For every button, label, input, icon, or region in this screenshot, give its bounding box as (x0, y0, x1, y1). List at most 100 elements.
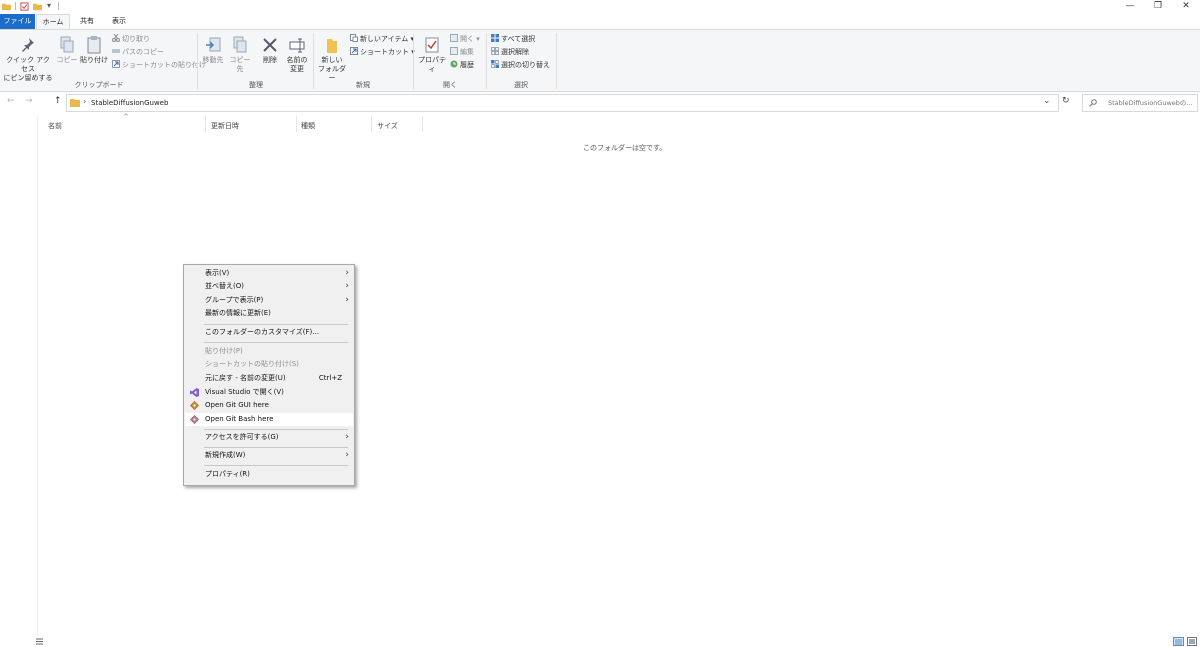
column-divider[interactable] (205, 116, 206, 132)
move-to-button[interactable]: 移動先 (201, 36, 225, 65)
group-separator (486, 33, 487, 89)
new-folder-label-line1: 新しい (321, 56, 343, 64)
select-all-icon (491, 34, 499, 42)
menu-item-open-git-gui[interactable]: Open Git GUI here (185, 399, 353, 412)
open-icon (450, 34, 458, 42)
address-dropdown-icon[interactable]: ⌄ (1043, 96, 1051, 106)
properties-check-icon[interactable] (20, 2, 29, 11)
tab-home[interactable]: ホーム (36, 14, 70, 29)
menu-item-properties[interactable]: プロパティ(R) (185, 468, 353, 481)
cut-label: 切り取り (122, 35, 150, 43)
tab-view[interactable]: 表示 (104, 14, 134, 29)
copy-path-button[interactable]: パスのコピー (112, 47, 164, 57)
navigation-bar: ← → ↑ › StableDiffusionGuweb ⌄ ↻ StableD… (0, 94, 1200, 112)
menu-item-label: 新規作成(W) (205, 451, 246, 459)
paste-shortcut-button[interactable]: ショートカットの貼り付け (112, 60, 206, 70)
menu-item-customize-folder[interactable]: このフォルダーのカスタマイズ(F)... (185, 326, 353, 339)
delete-button[interactable]: 削除 (259, 36, 281, 65)
copy-to-button[interactable]: コピー先 (227, 36, 253, 74)
menu-separator (204, 429, 348, 430)
ribbon-tabs: ファイル ホーム 共有 表示 (0, 14, 1200, 29)
new-group-label: 新規 (356, 81, 370, 89)
column-header-modified[interactable]: 更新日時 (211, 121, 239, 131)
menu-item-open-visual-studio[interactable]: Visual Studio で開く(V) (185, 386, 353, 399)
properties-button[interactable]: プロパティ (417, 36, 447, 74)
menu-item-label: グループで表示(P) (205, 296, 264, 304)
column-header-name[interactable]: 名前 (48, 121, 62, 131)
rename-icon (289, 38, 305, 53)
status-bar (0, 636, 1200, 647)
submenu-arrow-icon: › (345, 281, 349, 291)
tab-share[interactable]: 共有 (72, 14, 102, 29)
refresh-icon[interactable]: ↻ (1062, 96, 1070, 106)
up-arrow-icon[interactable]: ↑ (54, 96, 62, 106)
select-none-label: 選択解除 (501, 48, 529, 56)
menu-item-label: このフォルダーのカスタマイズ(F)... (205, 328, 319, 336)
column-header-size[interactable]: サイズ (377, 121, 398, 131)
cut-button[interactable]: 切り取り (112, 34, 150, 44)
open-label: 開く ▾ (460, 35, 480, 43)
select-none-button[interactable]: 選択解除 (491, 47, 529, 57)
breadcrumb-path[interactable]: StableDiffusionGuweb (91, 99, 168, 107)
copy-to-label: コピー先 (229, 56, 251, 73)
menu-item-open-git-bash[interactable]: Open Git Bash here (185, 413, 353, 426)
restore-button[interactable]: ❐ (1144, 0, 1172, 13)
menu-item-label: 並べ替え(O) (205, 282, 244, 290)
menu-item-sort[interactable]: 並べ替え(O) › (185, 280, 353, 293)
menu-item-label: ショートカットの貼り付け(S) (205, 360, 299, 368)
address-bar[interactable]: › StableDiffusionGuweb ⌄ (66, 94, 1059, 112)
edit-button[interactable]: 編集 (450, 47, 474, 57)
menu-item-paste-shortcut: ショートカットの貼り付け(S) (185, 358, 353, 371)
copy-button[interactable]: コピー (56, 36, 78, 65)
delete-x-icon (263, 38, 277, 52)
shortcut-button[interactable]: ショートカット ▾ (350, 47, 415, 57)
close-button[interactable]: ✕ (1172, 0, 1200, 13)
large-icons-view-icon[interactable] (1187, 637, 1197, 646)
details-view-icon[interactable] (1173, 637, 1184, 646)
git-icon (190, 415, 199, 424)
menu-item-group-by[interactable]: グループで表示(P) › (185, 294, 353, 307)
menu-item-label: Open Git GUI here (205, 401, 269, 409)
qa-dropdown[interactable]: ▾ (47, 1, 51, 10)
history-button[interactable]: 履歴 (450, 60, 474, 70)
invert-selection-button[interactable]: 選択の切り替え (491, 60, 550, 70)
submenu-arrow-icon: › (345, 268, 349, 278)
tab-file[interactable]: ファイル (0, 14, 35, 29)
menu-item-label: 最新の情報に更新(E) (205, 309, 271, 317)
column-header-type[interactable]: 種類 (301, 121, 315, 131)
scissors-icon (112, 34, 120, 42)
pin-quick-access-button[interactable]: クイック アクセス にピン留めする (3, 36, 53, 83)
new-folder-icon[interactable] (33, 2, 42, 11)
shortcut-label: ショートカット ▾ (360, 48, 415, 56)
copy-icon (60, 36, 74, 53)
submenu-arrow-icon: › (345, 450, 349, 460)
column-divider[interactable] (296, 116, 297, 132)
menu-item-view[interactable]: 表示(V) › (185, 267, 353, 280)
shortcut-icon (112, 60, 120, 68)
select-none-icon (491, 47, 499, 55)
menu-item-give-access[interactable]: アクセスを許可する(G) › (185, 431, 353, 444)
search-box[interactable]: StableDiffusionGuwebの... (1082, 94, 1198, 112)
menu-item-refresh[interactable]: 最新の情報に更新(E) (185, 307, 353, 320)
properties-icon (425, 37, 439, 53)
new-folder-button[interactable]: 新しい フォルダー (317, 36, 347, 83)
select-all-button[interactable]: すべて選択 (491, 34, 535, 44)
menu-item-new[interactable]: 新規作成(W) › (185, 449, 353, 462)
open-group-label: 開く (443, 81, 457, 89)
column-divider[interactable] (371, 116, 372, 132)
paste-shortcut-label: ショートカットの貼り付け (122, 61, 206, 69)
minimize-button[interactable]: — (1116, 0, 1144, 13)
rename-button[interactable]: 名前の 変更 (285, 36, 309, 74)
column-divider[interactable] (422, 116, 423, 132)
back-arrow-icon[interactable]: ← (7, 96, 15, 106)
properties-label: プロパティ (418, 56, 446, 73)
history-label: 履歴 (460, 61, 474, 69)
rename-label-line1: 名前の (286, 56, 308, 64)
open-button[interactable]: 開く ▾ (450, 34, 480, 44)
new-item-button[interactable]: 新しいアイテム ▾ (350, 34, 414, 44)
menu-item-undo-rename[interactable]: 元に戻す - 名前の変更(U) Ctrl+Z (185, 372, 353, 385)
pane-toggle-icon[interactable] (36, 638, 43, 645)
menu-item-shortcut: Ctrl+Z (318, 374, 342, 382)
paste-button[interactable]: 貼り付け (80, 36, 108, 65)
forward-arrow-icon[interactable]: → (25, 96, 33, 106)
